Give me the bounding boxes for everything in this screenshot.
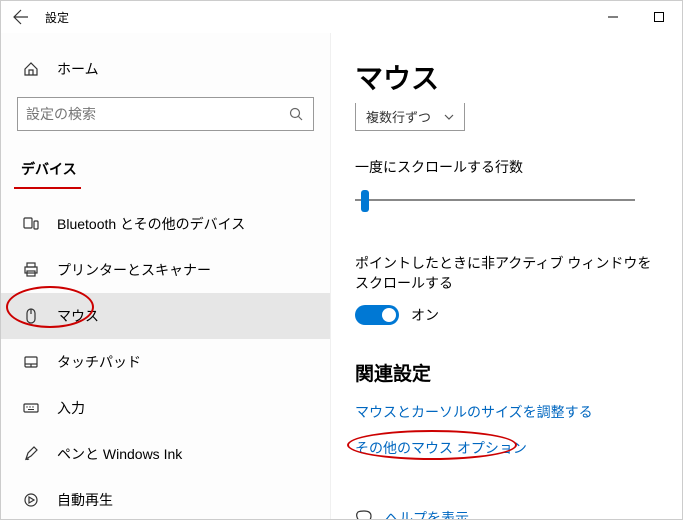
keyboard-icon [21,400,41,416]
search-input[interactable] [26,106,287,122]
home-label: ホーム [57,59,99,79]
minimize-button[interactable] [590,1,636,33]
maximize-button[interactable] [636,1,682,33]
content-area: マウス 複数行ずつ 一度にスクロールする行数 ポイントしたときに非アクティブ ウ… [331,33,682,519]
related-settings-header: 関連設定 [355,359,662,386]
toggle-state-label: オン [411,305,439,325]
printer-icon [21,262,41,278]
devices-icon [21,216,41,232]
nav-label: 入力 [57,398,85,418]
nav-label: タッチパッド [57,352,141,372]
help-row: ヘルプを表示 [355,508,662,519]
help-link[interactable]: ヘルプを表示 [385,508,469,519]
scroll-mode-dropdown[interactable]: 複数行ずつ [355,103,465,131]
window-title: 設定 [45,9,69,26]
search-icon [287,105,305,123]
autoplay-icon [21,492,41,508]
toggle-knob [382,308,396,322]
sidebar-item-autoplay[interactable]: 自動再生 [1,477,330,519]
nav-label: マウス [57,306,99,326]
nav-label: ペンと Windows Ink [57,444,182,464]
nav-list: Bluetooth とその他のデバイス プリンターとスキャナー マウス [1,201,330,519]
touchpad-icon [21,354,41,370]
category-header: デバイス [1,151,330,187]
nav-label: Bluetooth とその他のデバイス [57,214,245,234]
sidebar-item-pen[interactable]: ペンと Windows Ink [1,431,330,477]
help-icon [355,509,373,519]
sidebar-item-mouse[interactable]: マウス [1,293,330,339]
window-body: ホーム デバイス Bluetooth とその他のデバイス [1,33,682,519]
scroll-lines-slider[interactable] [355,189,635,213]
sidebar-item-printers[interactable]: プリンターとスキャナー [1,247,330,293]
home-button[interactable]: ホーム [1,49,330,89]
mouse-icon [21,308,41,324]
link-mouse-options[interactable]: その他のマウス オプション [355,438,527,458]
search-box[interactable] [17,97,314,131]
annotation-underline [14,187,81,189]
pen-icon [21,446,41,462]
settings-window: 設定 ホーム デバイス [0,0,683,520]
sidebar-item-typing[interactable]: 入力 [1,385,330,431]
link-cursor-size[interactable]: マウスとカーソルのサイズを調整する [355,402,662,422]
nav-label: プリンターとスキャナー [57,260,211,280]
chevron-down-icon [444,114,454,120]
inactive-scroll-label: ポイントしたときに非アクティブ ウィンドウをスクロールする [355,253,662,293]
titlebar: 設定 [1,1,682,33]
sidebar-item-touchpad[interactable]: タッチパッド [1,339,330,385]
sidebar: ホーム デバイス Bluetooth とその他のデバイス [1,33,331,519]
home-icon [21,61,41,77]
slider-thumb[interactable] [361,190,369,212]
back-button[interactable] [9,5,33,29]
nav-label: 自動再生 [57,490,113,510]
sidebar-item-bluetooth[interactable]: Bluetooth とその他のデバイス [1,201,330,247]
scroll-lines-label: 一度にスクロールする行数 [355,157,662,177]
inactive-scroll-toggle[interactable] [355,305,399,325]
page-title: マウス [355,57,662,97]
slider-track [355,199,635,201]
